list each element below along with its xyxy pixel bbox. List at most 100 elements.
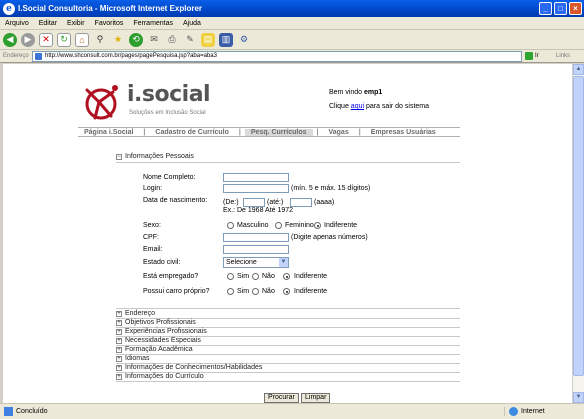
nav-item-home[interactable]: Página i.Social bbox=[78, 129, 139, 136]
divider bbox=[116, 308, 460, 309]
mail-icon[interactable]: ✉ bbox=[147, 32, 161, 47]
window-titlebar: e I.Social Consultoria - Microsoft Inter… bbox=[0, 0, 584, 17]
logout-prefix: Clique bbox=[329, 103, 351, 110]
tools-icon[interactable]: ⚙ bbox=[237, 32, 251, 47]
menu-favoritos[interactable]: Favoritos bbox=[90, 20, 129, 27]
cpf-hint: (Digite apenas números) bbox=[291, 234, 368, 241]
expand-icon[interactable]: + bbox=[116, 356, 122, 362]
employed-indiferente-label: Indiferente bbox=[294, 273, 328, 280]
toolbar: ◀ ▶ ✕ ↻ ⌂ ⚲ ★ ⟲ ✉ ⎙ ✎ ▤ ▥ ⚙ bbox=[0, 30, 584, 50]
favorites-icon[interactable]: ★ bbox=[111, 32, 125, 47]
civil-select-value: Selecione bbox=[226, 259, 257, 266]
stop-icon[interactable]: ✕ bbox=[39, 32, 53, 47]
messenger-icon[interactable]: ▥ bbox=[219, 32, 233, 47]
page-viewport: i.social Soluções em Inclusão Social Bem… bbox=[3, 64, 572, 403]
section-idiomas[interactable]: Idiomas bbox=[125, 355, 150, 362]
car-nao-radio[interactable] bbox=[252, 288, 259, 295]
divider bbox=[116, 381, 460, 382]
section-endereco[interactable]: Endereço bbox=[125, 310, 155, 317]
nav-item-vagas[interactable]: Vagas bbox=[322, 129, 354, 136]
search-icon[interactable]: ⚲ bbox=[93, 32, 107, 47]
links-toolbar[interactable]: Links bbox=[556, 53, 584, 59]
section-objetivos[interactable]: Objetivos Profissionais bbox=[125, 319, 196, 326]
sex-feminino-label: Feminino bbox=[285, 222, 314, 229]
address-label: Endereço bbox=[3, 53, 29, 59]
refresh-icon[interactable]: ↻ bbox=[57, 32, 71, 47]
page-icon bbox=[4, 407, 13, 416]
section-curriculo[interactable]: Informações do Currículo bbox=[125, 373, 204, 380]
ie-icon: e bbox=[3, 2, 15, 15]
menu-ferramentas[interactable]: Ferramentas bbox=[128, 20, 178, 27]
section-necessidades[interactable]: Necessidades Especiais bbox=[125, 337, 201, 344]
main-nav: Página i.Social | Cadastro de Currículo … bbox=[78, 127, 442, 137]
name-field[interactable] bbox=[223, 173, 289, 182]
sex-masculino-label: Masculino bbox=[237, 222, 269, 229]
search-button[interactable]: Procurar bbox=[264, 393, 299, 403]
section-conhecimentos[interactable]: Informações de Conhecimentos/Habilidades bbox=[125, 364, 262, 371]
car-sim-label: Sim bbox=[237, 288, 250, 295]
sex-masculino-radio[interactable] bbox=[227, 222, 234, 229]
menu-exibir[interactable]: Exibir bbox=[62, 20, 90, 27]
email-field[interactable] bbox=[223, 245, 289, 254]
back-icon[interactable]: ◀ bbox=[3, 32, 17, 47]
welcome-box: Bem vindo emp1 Clique aqui para sair do … bbox=[329, 86, 429, 114]
history-icon[interactable]: ⟲ bbox=[129, 32, 143, 47]
vertical-scrollbar[interactable]: ▲ ▼ bbox=[572, 64, 584, 403]
section-formacao[interactable]: Formação Acadêmica bbox=[125, 346, 193, 353]
civil-label: Estado civil: bbox=[143, 259, 181, 266]
folder-icon[interactable]: ▤ bbox=[201, 32, 215, 47]
expand-icon[interactable]: + bbox=[116, 338, 122, 344]
close-button[interactable]: × bbox=[569, 2, 582, 15]
address-input[interactable]: http://www.shconsult.com.br/pages/pagePe… bbox=[32, 50, 522, 62]
collapse-icon[interactable]: − bbox=[116, 154, 122, 160]
edit-icon[interactable]: ✎ bbox=[183, 32, 197, 47]
birth-from-field[interactable] bbox=[243, 198, 265, 207]
scroll-thumb[interactable] bbox=[573, 76, 584, 376]
address-bar: Endereço http://www.shconsult.com.br/pag… bbox=[0, 50, 584, 63]
expand-icon[interactable]: + bbox=[116, 320, 122, 326]
user-name: emp1 bbox=[364, 89, 383, 96]
login-label: Login: bbox=[143, 185, 163, 192]
birth-to-field[interactable] bbox=[290, 198, 312, 207]
section-experiencias[interactable]: Experiências Profissionais bbox=[125, 328, 207, 335]
expand-icon[interactable]: + bbox=[116, 329, 122, 335]
employed-sim-radio[interactable] bbox=[227, 273, 234, 280]
status-text: Concluído bbox=[16, 408, 48, 415]
expand-icon[interactable]: + bbox=[116, 365, 122, 371]
cpf-field[interactable] bbox=[223, 233, 289, 242]
logout-link[interactable]: aqui bbox=[351, 103, 364, 110]
scroll-down-icon[interactable]: ▼ bbox=[573, 392, 584, 403]
maximize-button[interactable]: □ bbox=[554, 2, 567, 15]
birth-from-label: (De:) bbox=[223, 199, 239, 206]
civil-select[interactable]: Selecione ▼ bbox=[223, 257, 289, 268]
nav-item-cadastro[interactable]: Cadastro de Currículo bbox=[149, 129, 235, 136]
brand-tagline: Soluções em Inclusão Social bbox=[129, 110, 206, 116]
expand-icon[interactable]: + bbox=[116, 311, 122, 317]
forward-icon[interactable]: ▶ bbox=[21, 32, 35, 47]
employed-indiferente-radio[interactable] bbox=[283, 273, 290, 280]
car-sim-radio[interactable] bbox=[227, 288, 234, 295]
sex-indiferente-radio[interactable] bbox=[314, 222, 321, 229]
scroll-up-icon[interactable]: ▲ bbox=[573, 64, 584, 75]
login-field[interactable] bbox=[223, 184, 289, 193]
car-indiferente-radio[interactable] bbox=[283, 288, 290, 295]
employed-label: Está empregado? bbox=[143, 273, 199, 280]
sex-feminino-radio[interactable] bbox=[275, 222, 282, 229]
expand-icon[interactable]: + bbox=[116, 347, 122, 353]
sex-indiferente-label: Indiferente bbox=[324, 222, 358, 229]
menu-ajuda[interactable]: Ajuda bbox=[178, 20, 206, 27]
menu-arquivo[interactable]: Arquivo bbox=[0, 20, 34, 27]
divider bbox=[116, 354, 460, 355]
minimize-button[interactable]: _ bbox=[539, 2, 552, 15]
expand-icon[interactable]: + bbox=[116, 374, 122, 380]
employed-nao-radio[interactable] bbox=[252, 273, 259, 280]
go-button[interactable]: Ir bbox=[522, 52, 556, 60]
home-icon[interactable]: ⌂ bbox=[75, 32, 89, 47]
section-personal-title: Informações Pessoais bbox=[125, 153, 194, 160]
clear-button[interactable]: Limpar bbox=[301, 393, 331, 403]
nav-item-pesquisa[interactable]: Pesq. Currículos bbox=[244, 128, 313, 136]
go-icon bbox=[525, 52, 533, 60]
print-icon[interactable]: ⎙ bbox=[165, 32, 179, 47]
menu-editar[interactable]: Editar bbox=[34, 20, 62, 27]
nav-item-empresas[interactable]: Empresas Usuárias bbox=[365, 129, 442, 136]
